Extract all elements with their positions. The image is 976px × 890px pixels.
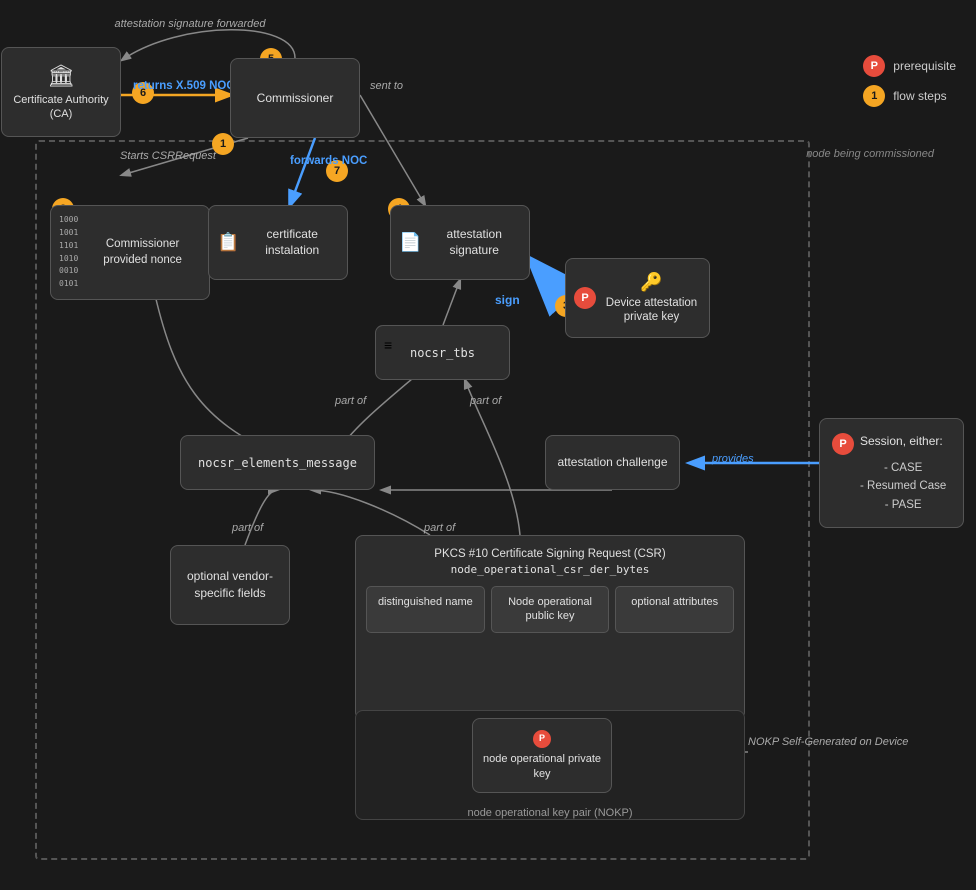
device-attestation-prereq: P (574, 287, 596, 309)
label-nokp-self: NOKP Self-Generated on Device (748, 735, 908, 750)
commissioner-title: Commissioner (257, 91, 334, 105)
node-nonce: 100010011101101000100101 Commissioner pr… (50, 205, 210, 300)
cert-install-title: certificate instalation (245, 227, 339, 258)
device-attestation-title: Device attestation private key (602, 296, 701, 325)
node-nocsr-tbs: nocsr_tbs (375, 325, 510, 380)
nonce-binary: 100010011101101000100101 (59, 214, 78, 291)
cert-install-icon: 📋 (217, 232, 239, 253)
csr-field-dn: distinguished name (366, 586, 485, 633)
csr-title: PKCS #10 Certificate Signing Request (CS… (366, 546, 734, 578)
nocsr-tbs-title: nocsr_tbs (410, 346, 475, 360)
label-part-of-4: part of (424, 522, 455, 534)
label-part-of-2: part of (470, 395, 501, 407)
node-device-attestation: P 🔑 Device attestation private key (565, 258, 710, 338)
device-attestation-icon: 🔑 (640, 272, 662, 293)
boundary-label: node being commissioned (806, 148, 934, 160)
nokp-key-title: node operational private key (479, 752, 605, 781)
node-session: P Session, either: - CASE- Resumed Case-… (819, 418, 964, 528)
nokp-prereq-badge: P (533, 730, 551, 748)
diagram-container: P prerequisite 1 flow steps node being c… (0, 0, 976, 890)
legend-flow: 1 flow steps (863, 85, 956, 107)
nokp-label: node operational key pair (NOKP) (364, 807, 736, 819)
csr-fields: distinguished name Node operational publ… (366, 586, 734, 633)
session-prereq-badge: P (832, 433, 854, 455)
ca-icon: 🏛 (47, 63, 75, 89)
legend: P prerequisite 1 flow steps (863, 55, 956, 107)
prereq-badge-legend: P (863, 55, 885, 77)
csr-container: PKCS #10 Certificate Signing Request (CS… (355, 535, 745, 720)
label-sign: sign (495, 293, 520, 307)
label-sent-to: sent to (370, 80, 403, 92)
attestation-sig-title: attestation signature (427, 227, 521, 258)
node-commissioner: Commissioner (230, 58, 360, 138)
attestation-challenge-title: attestation challenge (557, 455, 667, 471)
csr-field-attrs: optional attributes (615, 586, 734, 633)
node-nocsr-elements: nocsr_elements_message (180, 435, 375, 490)
optional-vendor-title: optional vendor-specific fields (179, 568, 281, 602)
legend-prerequisite: P prerequisite (863, 55, 956, 77)
label-forwards-noc: forwards NOC (290, 155, 367, 169)
session-title: Session, either: (860, 432, 943, 450)
csr-field-pubkey: Node operational public key (491, 586, 610, 633)
nonce-title: Commissioner provided nonce (84, 237, 201, 268)
nocsr-elements-title: nocsr_elements_message (198, 456, 357, 470)
node-ca: 🏛 Certificate Authority (CA) (1, 47, 121, 137)
session-options: - CASE- Resumed Case- PASE (832, 459, 946, 514)
node-optional-vendor: optional vendor-specific fields (170, 545, 290, 625)
flow-badge-legend: 1 (863, 85, 885, 107)
nocsr-tbs-icon: ≡ (384, 337, 392, 353)
label-starts-csr: Starts CSRRequest (120, 150, 216, 162)
label-provides: provides (712, 453, 754, 465)
node-nokp-key: P node operational private key (472, 718, 612, 793)
ca-title: Certificate Authority (CA) (10, 93, 112, 122)
flow-steps-label: flow steps (893, 89, 946, 103)
node-cert-install: 📋 certificate instalation (208, 205, 348, 280)
prerequisite-label: prerequisite (893, 59, 956, 73)
label-attestation-fwd: attestation signature forwarded (110, 18, 270, 30)
node-attestation-sig: 📄 attestation signature (390, 205, 530, 280)
label-returns-noc: returns X.509 NOC (133, 80, 235, 94)
label-part-of-1: part of (335, 395, 366, 407)
label-part-of-3: part of (232, 522, 263, 534)
attestation-sig-icon: 📄 (399, 232, 421, 253)
node-attestation-challenge: attestation challenge (545, 435, 680, 490)
